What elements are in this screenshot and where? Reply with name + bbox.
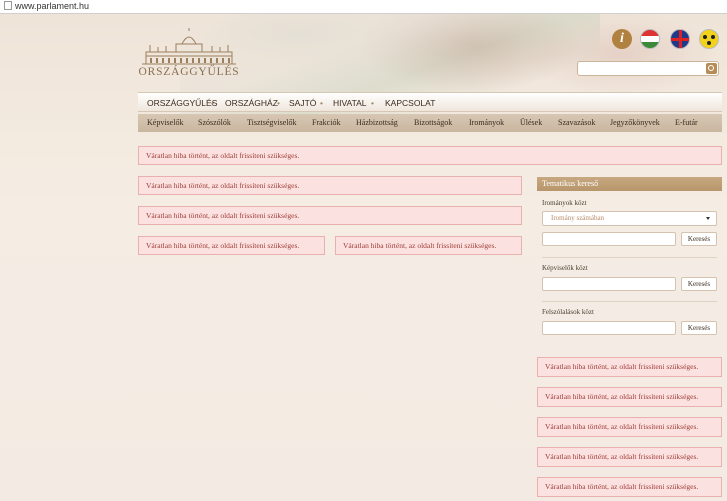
nav-separator: • xyxy=(371,98,374,108)
nav-item-kapcsolat[interactable]: KAPCSOLAT xyxy=(385,98,435,108)
iromanyok-label: Irományok közt xyxy=(542,199,587,207)
error-message: Váratlan hiba történt, az oldalt frissít… xyxy=(537,477,722,497)
nav-separator: • xyxy=(211,98,214,108)
page-icon xyxy=(4,1,12,10)
kepviselo-search-input[interactable] xyxy=(542,277,676,291)
iromany-search-input[interactable] xyxy=(542,232,676,246)
error-message: Váratlan hiba történt, az oldalt frissít… xyxy=(537,417,722,437)
subnav-szoszolok[interactable]: Szószólók xyxy=(198,118,231,127)
nav-item-sajto[interactable]: SAJTÓ xyxy=(289,98,316,108)
browser-address-bar[interactable]: www.parlament.hu xyxy=(0,0,727,14)
panel-divider xyxy=(542,257,717,258)
accessibility-icon[interactable] xyxy=(699,29,719,49)
subnav-kepviselok[interactable]: Képviselők xyxy=(147,118,183,127)
error-message: Váratlan hiba történt, az oldalt frissít… xyxy=(138,146,722,165)
iromany-search-button[interactable]: Keresés xyxy=(681,232,717,246)
subnav-jegyzokonyvek[interactable]: Jegyzőkönyvek xyxy=(610,118,660,127)
search-icon[interactable] xyxy=(706,63,717,74)
subnav-szavazasok[interactable]: Szavazások xyxy=(558,118,595,127)
main-navigation: ORSZÁGGYŰLÉS • ORSZÁGHÁZ • SAJTÓ • HIVAT… xyxy=(138,92,722,112)
site-search-input[interactable] xyxy=(577,61,719,76)
panel-title: Tematikus kereső xyxy=(537,177,722,191)
subnav-iromanyok[interactable]: Irományok xyxy=(469,118,504,127)
hungarian-flag-icon[interactable] xyxy=(640,29,660,49)
felszolalasok-label: Felszólalások közt xyxy=(542,308,594,316)
nav-item-orszaggyules[interactable]: ORSZÁGGYŰLÉS xyxy=(147,98,217,108)
kepviselok-label: Képviselők közt xyxy=(542,264,588,272)
felszolalas-search-button[interactable]: Keresés xyxy=(681,321,717,335)
nav-separator: • xyxy=(277,98,280,108)
iromany-select-value: Iromány számában xyxy=(551,214,605,222)
nav-item-hivatal[interactable]: HIVATAL xyxy=(333,98,367,108)
subnav-efutar[interactable]: E-futár xyxy=(675,118,698,127)
kepviselo-search-button[interactable]: Keresés xyxy=(681,277,717,291)
parliament-building-icon xyxy=(142,28,236,65)
error-message: Váratlan hiba történt, az oldalt frissít… xyxy=(537,387,722,407)
iromany-select[interactable]: Iromány számában xyxy=(542,211,717,226)
subnav-tisztsegviselok[interactable]: Tisztségviselők xyxy=(247,118,297,127)
url-text: www.parlament.hu xyxy=(15,1,90,11)
error-message: Váratlan hiba történt, az oldalt frissít… xyxy=(138,206,522,225)
panel-divider xyxy=(542,301,717,302)
error-message: Váratlan hiba történt, az oldalt frissít… xyxy=(335,236,522,255)
sub-navigation: Képviselők Szószólók Tisztségviselők Fra… xyxy=(138,114,722,132)
subnav-bizottsagok[interactable]: Bizottságok xyxy=(414,118,452,127)
nav-item-orszaghaz[interactable]: ORSZÁGHÁZ xyxy=(225,98,278,108)
felszolalas-search-input[interactable] xyxy=(542,321,676,335)
nav-separator: • xyxy=(320,98,323,108)
logo-text[interactable]: ORSZÁGGYŰLÉS xyxy=(138,66,240,78)
error-message: Váratlan hiba történt, az oldalt frissít… xyxy=(537,357,722,377)
thematic-search-panel: Tematikus kereső Irományok közt Iromány … xyxy=(537,177,722,345)
error-message: Váratlan hiba történt, az oldalt frissít… xyxy=(537,447,722,467)
chevron-down-icon xyxy=(706,217,710,220)
subnav-hazbizottsag[interactable]: Házbizottság xyxy=(356,118,398,127)
error-message: Váratlan hiba történt, az oldalt frissít… xyxy=(138,176,522,195)
error-message: Váratlan hiba történt, az oldalt frissít… xyxy=(138,236,325,255)
uk-flag-icon[interactable] xyxy=(670,29,690,49)
subnav-ulesek[interactable]: Ülések xyxy=(520,118,542,127)
info-icon[interactable]: i xyxy=(612,29,632,49)
subnav-frakciok[interactable]: Frakciók xyxy=(312,118,340,127)
